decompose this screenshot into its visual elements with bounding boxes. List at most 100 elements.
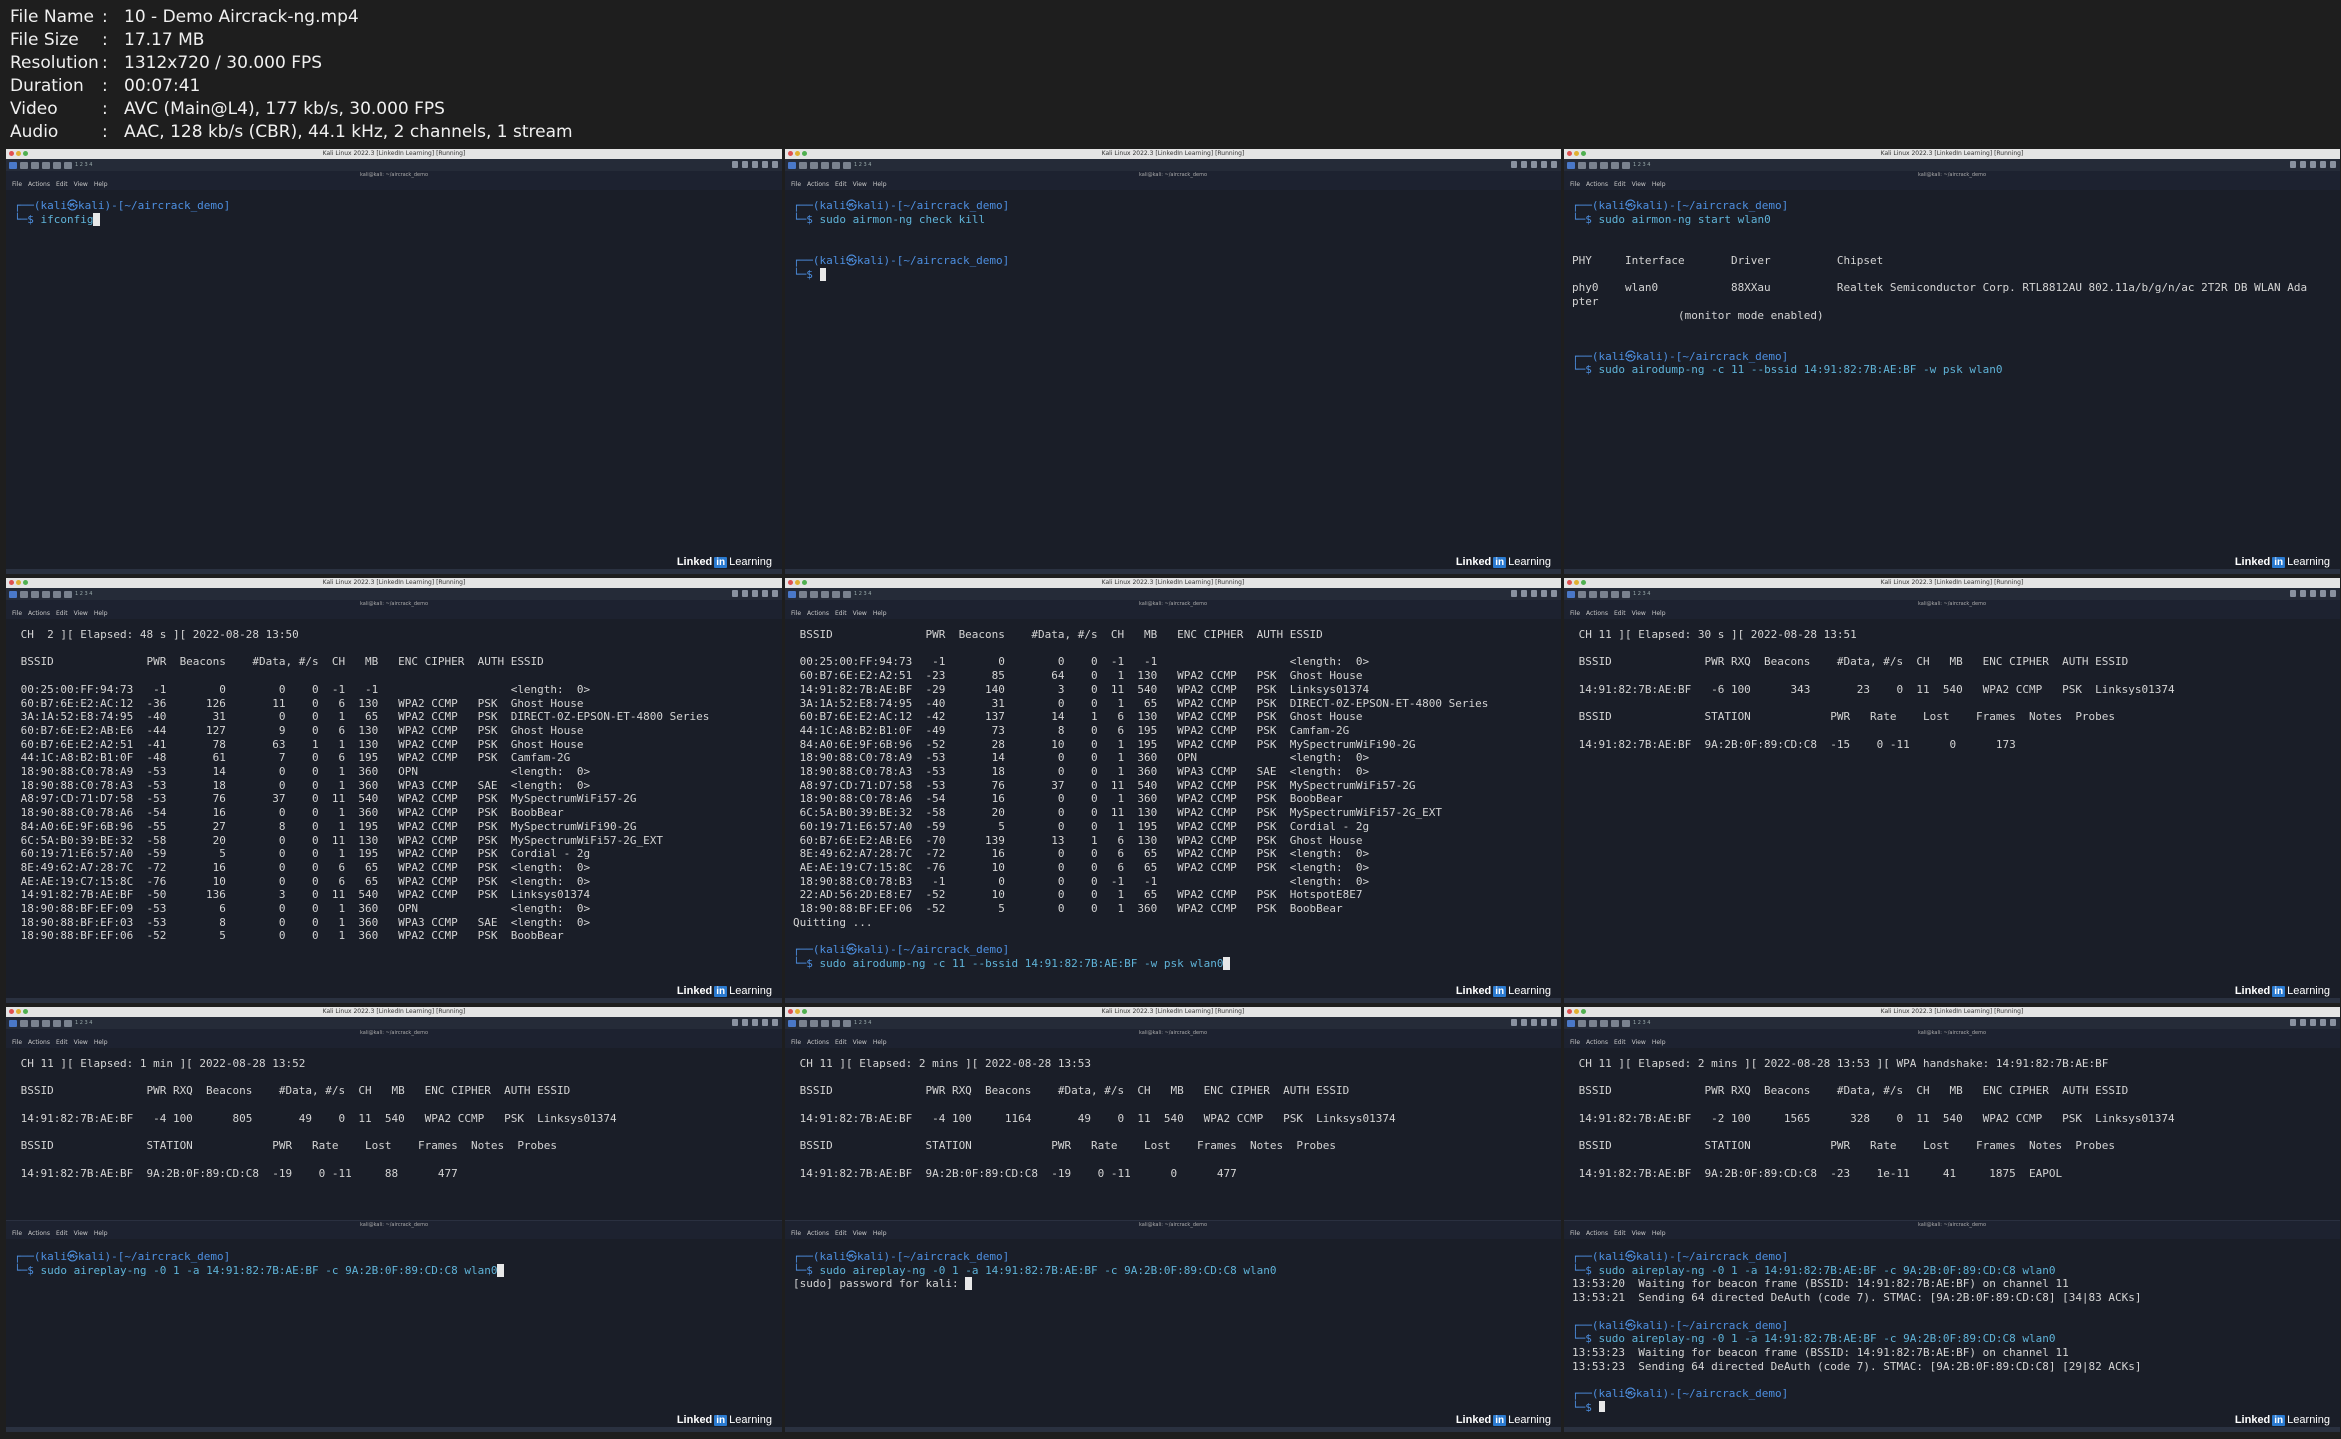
menu-item-actions[interactable]: Actions <box>1586 609 1608 619</box>
maximize-dot-icon[interactable] <box>23 1009 28 1014</box>
menu-item-edit[interactable]: Edit <box>835 609 847 619</box>
close-dot-icon[interactable] <box>9 1009 14 1014</box>
workspace-switcher[interactable]: 1 2 3 4 <box>854 162 872 168</box>
launcher-icon[interactable] <box>1589 161 1597 169</box>
window-controls[interactable] <box>788 151 807 156</box>
launcher-icon[interactable] <box>20 1019 28 1027</box>
tray-icon[interactable] <box>772 590 778 597</box>
menu-item-view[interactable]: View <box>1632 609 1646 619</box>
menu-item-actions[interactable]: Actions <box>1586 180 1608 190</box>
launcher-icon[interactable] <box>20 161 28 169</box>
tray-icon[interactable] <box>762 161 768 168</box>
launcher-icon[interactable] <box>843 161 851 169</box>
tray-icon[interactable] <box>762 1019 768 1026</box>
tray-icon[interactable] <box>2290 590 2296 597</box>
tray-icon[interactable] <box>732 161 738 168</box>
launcher-icon[interactable] <box>1611 590 1619 598</box>
tray-icon[interactable] <box>1511 1019 1517 1026</box>
launcher-icon[interactable] <box>832 1019 840 1027</box>
maximize-dot-icon[interactable] <box>802 580 807 585</box>
tray-icon[interactable] <box>1541 161 1547 168</box>
menu-item-actions[interactable]: Actions <box>1586 1038 1608 1048</box>
window-controls[interactable] <box>788 580 807 585</box>
window-controls[interactable] <box>9 1009 28 1014</box>
menu-item-view[interactable]: View <box>1632 1038 1646 1048</box>
tray-icon[interactable] <box>1521 590 1527 597</box>
window-controls[interactable] <box>1567 151 1586 156</box>
menu-item-help[interactable]: Help <box>94 609 108 619</box>
tray-icon[interactable] <box>752 161 758 168</box>
menu-item-view[interactable]: View <box>853 609 867 619</box>
tray-icon[interactable] <box>762 590 768 597</box>
maximize-dot-icon[interactable] <box>1581 580 1586 585</box>
workspace-switcher[interactable]: 1 2 3 4 <box>1633 591 1651 597</box>
kali-menu-icon[interactable] <box>1567 161 1575 169</box>
close-dot-icon[interactable] <box>1567 580 1572 585</box>
tray-icon[interactable] <box>1511 590 1517 597</box>
kali-menu-icon[interactable] <box>1567 1019 1575 1027</box>
launcher-icon[interactable] <box>832 590 840 598</box>
tray-icon[interactable] <box>732 590 738 597</box>
menu-item-help[interactable]: Help <box>94 1229 108 1239</box>
launcher-icon[interactable] <box>1600 590 1608 598</box>
close-dot-icon[interactable] <box>788 1009 793 1014</box>
menu-item-actions[interactable]: Actions <box>28 609 50 619</box>
minimize-dot-icon[interactable] <box>1574 151 1579 156</box>
launcher-icon[interactable] <box>1589 1019 1597 1027</box>
menu-item-file[interactable]: File <box>12 1038 22 1048</box>
menu-item-view[interactable]: View <box>853 180 867 190</box>
tray-icon[interactable] <box>772 1019 778 1026</box>
workspace-switcher[interactable]: 1 2 3 4 <box>854 1020 872 1026</box>
maximize-dot-icon[interactable] <box>802 1009 807 1014</box>
menu-item-file[interactable]: File <box>791 180 801 190</box>
launcher-icon[interactable] <box>1622 1019 1630 1027</box>
launcher-icon[interactable] <box>64 161 72 169</box>
menu-item-file[interactable]: File <box>1570 1229 1580 1239</box>
launcher-icon[interactable] <box>799 1019 807 1027</box>
launcher-icon[interactable] <box>64 590 72 598</box>
menu-item-view[interactable]: View <box>74 180 88 190</box>
menu-item-edit[interactable]: Edit <box>1614 180 1626 190</box>
tray-icon[interactable] <box>2330 161 2336 168</box>
menu-item-file[interactable]: File <box>791 1229 801 1239</box>
minimize-dot-icon[interactable] <box>1574 1009 1579 1014</box>
tray-icon[interactable] <box>2320 590 2326 597</box>
menu-item-edit[interactable]: Edit <box>56 609 68 619</box>
tray-icon[interactable] <box>1541 1019 1547 1026</box>
launcher-icon[interactable] <box>1600 161 1608 169</box>
tray-icon[interactable] <box>1541 590 1547 597</box>
launcher-icon[interactable] <box>1578 1019 1586 1027</box>
tray-icon[interactable] <box>752 590 758 597</box>
menu-item-edit[interactable]: Edit <box>56 180 68 190</box>
menu-item-actions[interactable]: Actions <box>28 180 50 190</box>
launcher-icon[interactable] <box>843 1019 851 1027</box>
tray-icon[interactable] <box>1521 161 1527 168</box>
minimize-dot-icon[interactable] <box>16 151 21 156</box>
launcher-icon[interactable] <box>42 1019 50 1027</box>
workspace-switcher[interactable]: 1 2 3 4 <box>75 162 93 168</box>
menu-item-actions[interactable]: Actions <box>807 1229 829 1239</box>
menu-item-help[interactable]: Help <box>873 180 887 190</box>
menu-item-edit[interactable]: Edit <box>1614 1038 1626 1048</box>
tray-icon[interactable] <box>1531 1019 1537 1026</box>
launcher-icon[interactable] <box>832 161 840 169</box>
tray-icon[interactable] <box>2300 161 2306 168</box>
kali-menu-icon[interactable] <box>9 1019 17 1027</box>
menu-item-actions[interactable]: Actions <box>807 1038 829 1048</box>
maximize-dot-icon[interactable] <box>23 151 28 156</box>
kali-menu-icon[interactable] <box>1567 590 1575 598</box>
menu-item-file[interactable]: File <box>12 1229 22 1239</box>
menu-item-edit[interactable]: Edit <box>56 1038 68 1048</box>
menu-item-file[interactable]: File <box>1570 180 1580 190</box>
minimize-dot-icon[interactable] <box>16 580 21 585</box>
tray-icon[interactable] <box>742 590 748 597</box>
menu-item-help[interactable]: Help <box>1652 1229 1666 1239</box>
minimize-dot-icon[interactable] <box>1574 580 1579 585</box>
tray-icon[interactable] <box>1521 1019 1527 1026</box>
menu-item-actions[interactable]: Actions <box>28 1038 50 1048</box>
minimize-dot-icon[interactable] <box>795 1009 800 1014</box>
window-controls[interactable] <box>9 151 28 156</box>
menu-item-help[interactable]: Help <box>1652 180 1666 190</box>
tray-icon[interactable] <box>2320 1019 2326 1026</box>
tray-icon[interactable] <box>772 161 778 168</box>
